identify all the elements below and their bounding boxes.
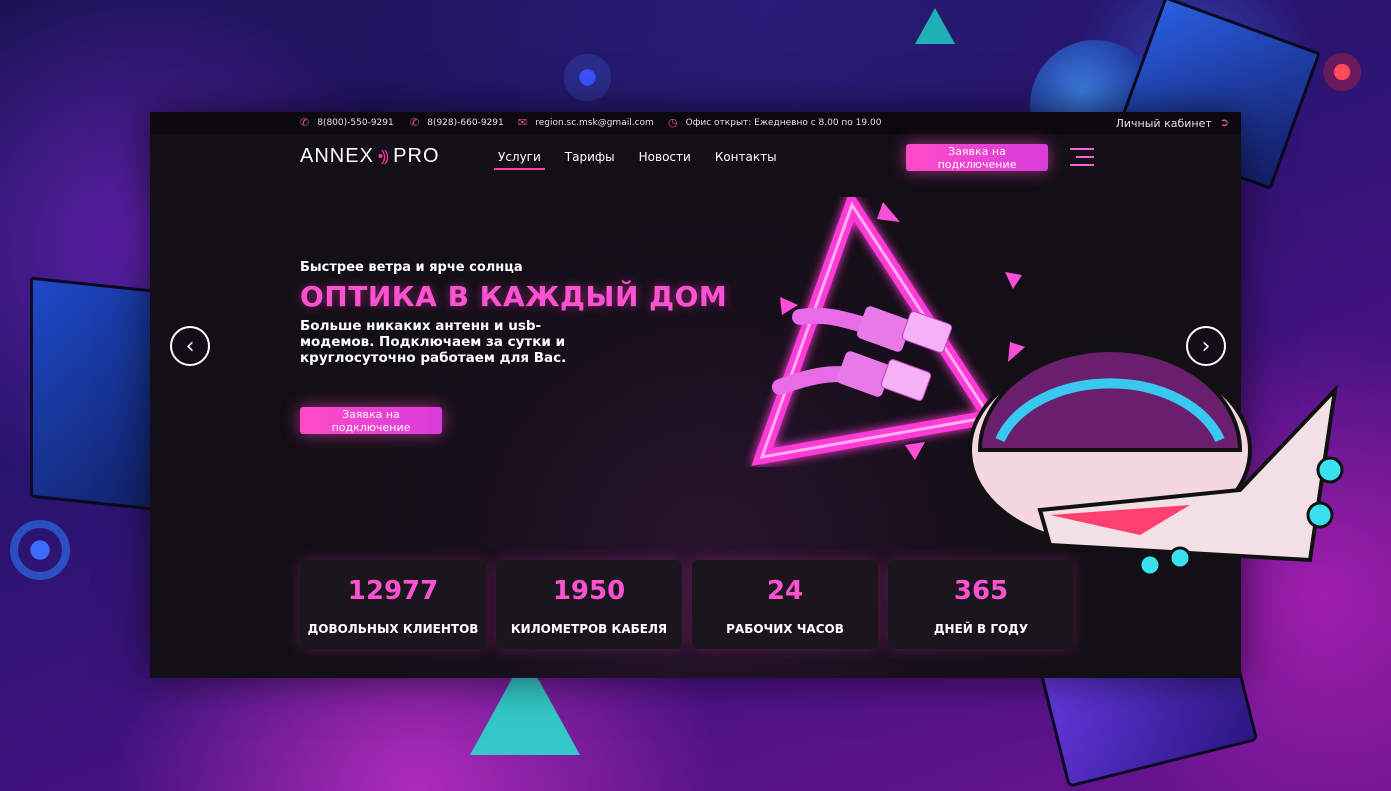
email-address[interactable]: region.sc.msk@gmail.com <box>535 118 654 128</box>
stat-label: РАБОЧИХ ЧАСОВ <box>726 622 844 636</box>
stat-label: ДНЕЙ В ГОДУ <box>933 622 1029 636</box>
office-hours-text: Офис открыт: Ежедневно с 8.00 по 19.00 <box>685 118 882 128</box>
stat-value: 1950 <box>552 576 626 606</box>
hamburger-icon[interactable] <box>1070 148 1094 172</box>
hero-connect-button[interactable]: Заявка на подключение <box>300 407 442 434</box>
nav-item-contacts[interactable]: Контакты <box>715 150 777 170</box>
nav-menu: Услуги Тарифы Новости Контакты <box>494 150 777 170</box>
slider-prev-button[interactable]: ‹ <box>170 326 210 366</box>
chevron-left-icon: ‹ <box>185 333 195 359</box>
stats-row: 12977 ДОВОЛЬНЫХ КЛИЕНТОВ 1950 КИЛОМЕТРОВ… <box>300 560 1074 649</box>
stat-card: 365 ДНЕЙ В ГОДУ <box>888 560 1074 649</box>
background-orb <box>560 50 615 105</box>
stat-value: 12977 <box>347 576 439 606</box>
clock-icon: ◷ <box>668 116 678 129</box>
floating-triangle <box>905 442 925 460</box>
nav-item-news[interactable]: Новости <box>639 150 691 170</box>
personal-cabinet-link[interactable]: Личный кабинет ➲ <box>1116 116 1229 130</box>
background-orb <box>10 520 70 580</box>
phone-number-2[interactable]: 8(928)-660-9291 <box>427 118 504 128</box>
phone-item-1[interactable]: ✆ 8(800)-550-9291 <box>300 116 394 130</box>
stat-card: 1950 КИЛОМЕТРОВ КАБЕЛЯ <box>496 560 682 649</box>
stat-value: 24 <box>766 576 804 606</box>
phone-number-1[interactable]: 8(800)-550-9291 <box>317 118 394 128</box>
floating-triangle <box>1008 342 1025 362</box>
email-item[interactable]: ✉ region.sc.msk@gmail.com <box>518 116 654 130</box>
hero-title: ОПТИКА В КАЖДЫЙ ДОМ <box>300 280 728 313</box>
nav-item-services[interactable]: Услуги <box>494 150 545 170</box>
website-frame: ✆ 8(800)-550-9291 ✆ 8(928)-660-9291 ✉ re… <box>150 112 1241 678</box>
floating-triangle <box>1005 272 1022 289</box>
hero-text: Больше никаких антенн и usb-модемов. Под… <box>300 318 567 366</box>
top-bar: ✆ 8(800)-550-9291 ✆ 8(928)-660-9291 ✉ re… <box>150 112 1241 134</box>
slider-next-button[interactable]: › <box>1186 326 1226 366</box>
background-orb <box>1320 50 1364 94</box>
stat-value: 365 <box>953 576 1009 606</box>
stat-label: ДОВОЛЬНЫХ КЛИЕНТОВ <box>307 622 479 636</box>
chevron-right-icon: › <box>1201 333 1211 359</box>
stat-label: КИЛОМЕТРОВ КАБЕЛЯ <box>510 622 668 636</box>
office-hours: ◷ Офис открыт: Ежедневно с 8.00 по 19.00 <box>668 116 881 130</box>
login-icon: ➲ <box>1219 116 1229 129</box>
stat-card: 24 РАБОЧИХ ЧАСОВ <box>692 560 878 649</box>
phone-item-2[interactable]: ✆ 8(928)-660-9291 <box>410 116 504 130</box>
nav-item-tariffs[interactable]: Тарифы <box>565 150 615 170</box>
logo-suffix: PRO <box>393 145 440 167</box>
header-connect-button[interactable]: Заявка на подключение <box>906 144 1048 171</box>
site-logo[interactable]: ANNEX •)) PRO <box>300 145 440 168</box>
floating-triangle <box>877 202 900 222</box>
mail-icon: ✉ <box>518 116 528 129</box>
hero-illustration <box>751 197 1025 466</box>
hero-subtitle: Быстрее ветра и ярче солнца <box>300 260 523 275</box>
background-pyramid <box>915 8 955 44</box>
signal-icon: •)) <box>377 148 389 165</box>
personal-cabinet-label[interactable]: Личный кабинет <box>1116 117 1212 130</box>
phone-icon: ✆ <box>300 116 310 129</box>
stat-card: 12977 ДОВОЛЬНЫХ КЛИЕНТОВ <box>300 560 486 649</box>
logo-text: ANNEX <box>300 145 374 167</box>
phone-icon: ✆ <box>410 116 420 129</box>
